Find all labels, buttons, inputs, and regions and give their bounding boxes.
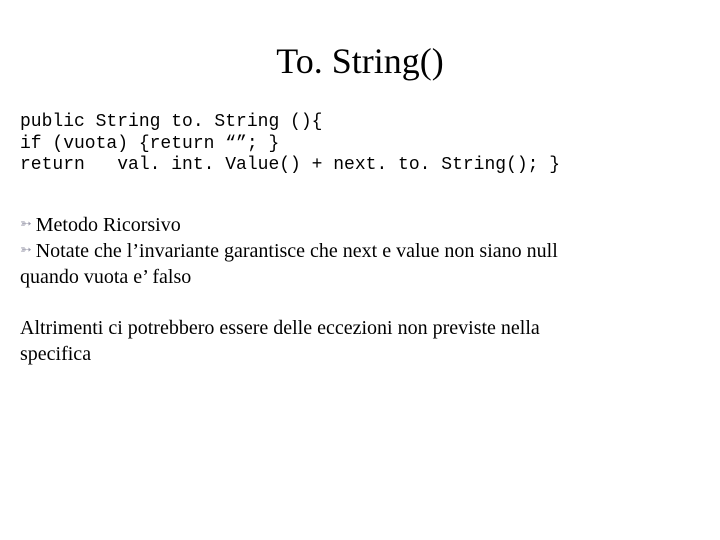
paragraph-line-1: Altrimenti ci potrebbero essere delle ec… bbox=[20, 315, 700, 341]
code-line-2: if (vuota) {return “”; } bbox=[20, 134, 279, 154]
bullet-text-1: Metodo Ricorsivo bbox=[36, 212, 181, 238]
bullet-text-2a: Notate che l’invariante garantisce che n… bbox=[36, 238, 558, 264]
bullet-text-2b: quando vuota e’ falso bbox=[20, 264, 700, 290]
bullet-item-2: ➳ Notate che l’invariante garantisce che… bbox=[20, 238, 700, 264]
bullet-icon: ➳ bbox=[20, 216, 32, 234]
bullet-section: ➳ Metodo Ricorsivo ➳ Notate che l’invari… bbox=[20, 212, 700, 290]
paragraph: Altrimenti ci potrebbero essere delle ec… bbox=[20, 315, 700, 367]
code-block: public String to. String (){ if (vuota) … bbox=[20, 112, 700, 177]
page-title: To. String() bbox=[20, 40, 700, 82]
code-line-3: return val. int. Value() + next. to. Str… bbox=[20, 155, 560, 175]
code-line-1: public String to. String (){ bbox=[20, 112, 322, 132]
bullet-icon: ➳ bbox=[20, 242, 32, 260]
bullet-item-1: ➳ Metodo Ricorsivo bbox=[20, 212, 700, 238]
paragraph-line-2: specifica bbox=[20, 341, 700, 367]
